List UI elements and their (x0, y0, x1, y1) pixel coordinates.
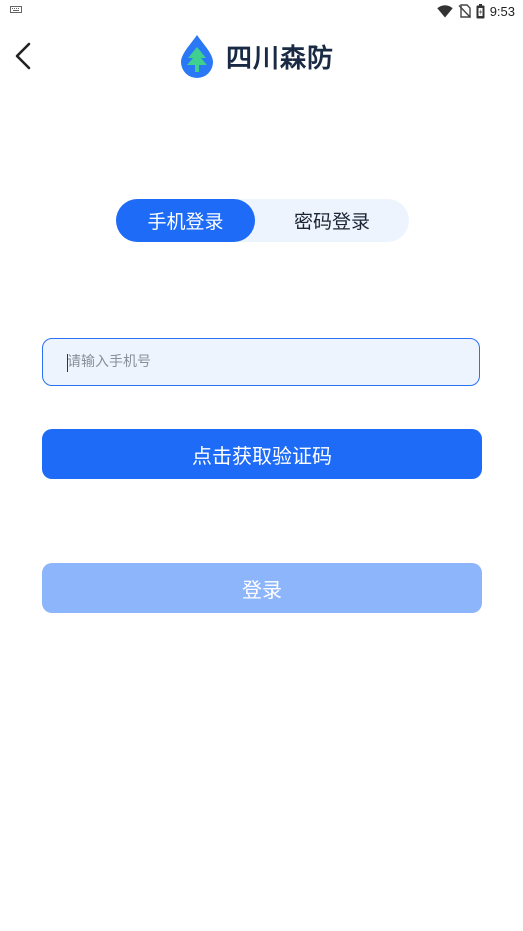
phone-field (42, 338, 480, 386)
status-bar: 9:53 (0, 0, 523, 22)
app-title: 四川森防 (226, 43, 335, 74)
no-sim-icon (458, 4, 471, 18)
login-page: 9:53 四川森防 手机登录 密码登录 点击获取验证码 登录 (0, 0, 523, 931)
status-time: 9:53 (489, 3, 515, 19)
app-header: 四川森防 (0, 28, 523, 84)
battery-icon (476, 3, 485, 18)
login-mode-tabs: 手机登录 密码登录 (116, 199, 409, 242)
tab-password-login[interactable]: 密码登录 (255, 199, 409, 242)
wifi-icon (436, 4, 453, 17)
chevron-left-icon (15, 42, 31, 70)
get-code-button[interactable]: 点击获取验证码 (42, 429, 482, 479)
keyboard-icon (10, 6, 22, 13)
tab-phone-login[interactable]: 手机登录 (116, 199, 255, 242)
brand: 四川森防 (180, 34, 334, 78)
phone-input[interactable] (43, 339, 479, 385)
back-button[interactable] (8, 38, 38, 74)
login-button[interactable]: 登录 (42, 563, 482, 613)
status-icons: 9:53 (436, 2, 515, 20)
water-drop-tree-icon (181, 35, 213, 78)
text-cursor (67, 354, 68, 372)
